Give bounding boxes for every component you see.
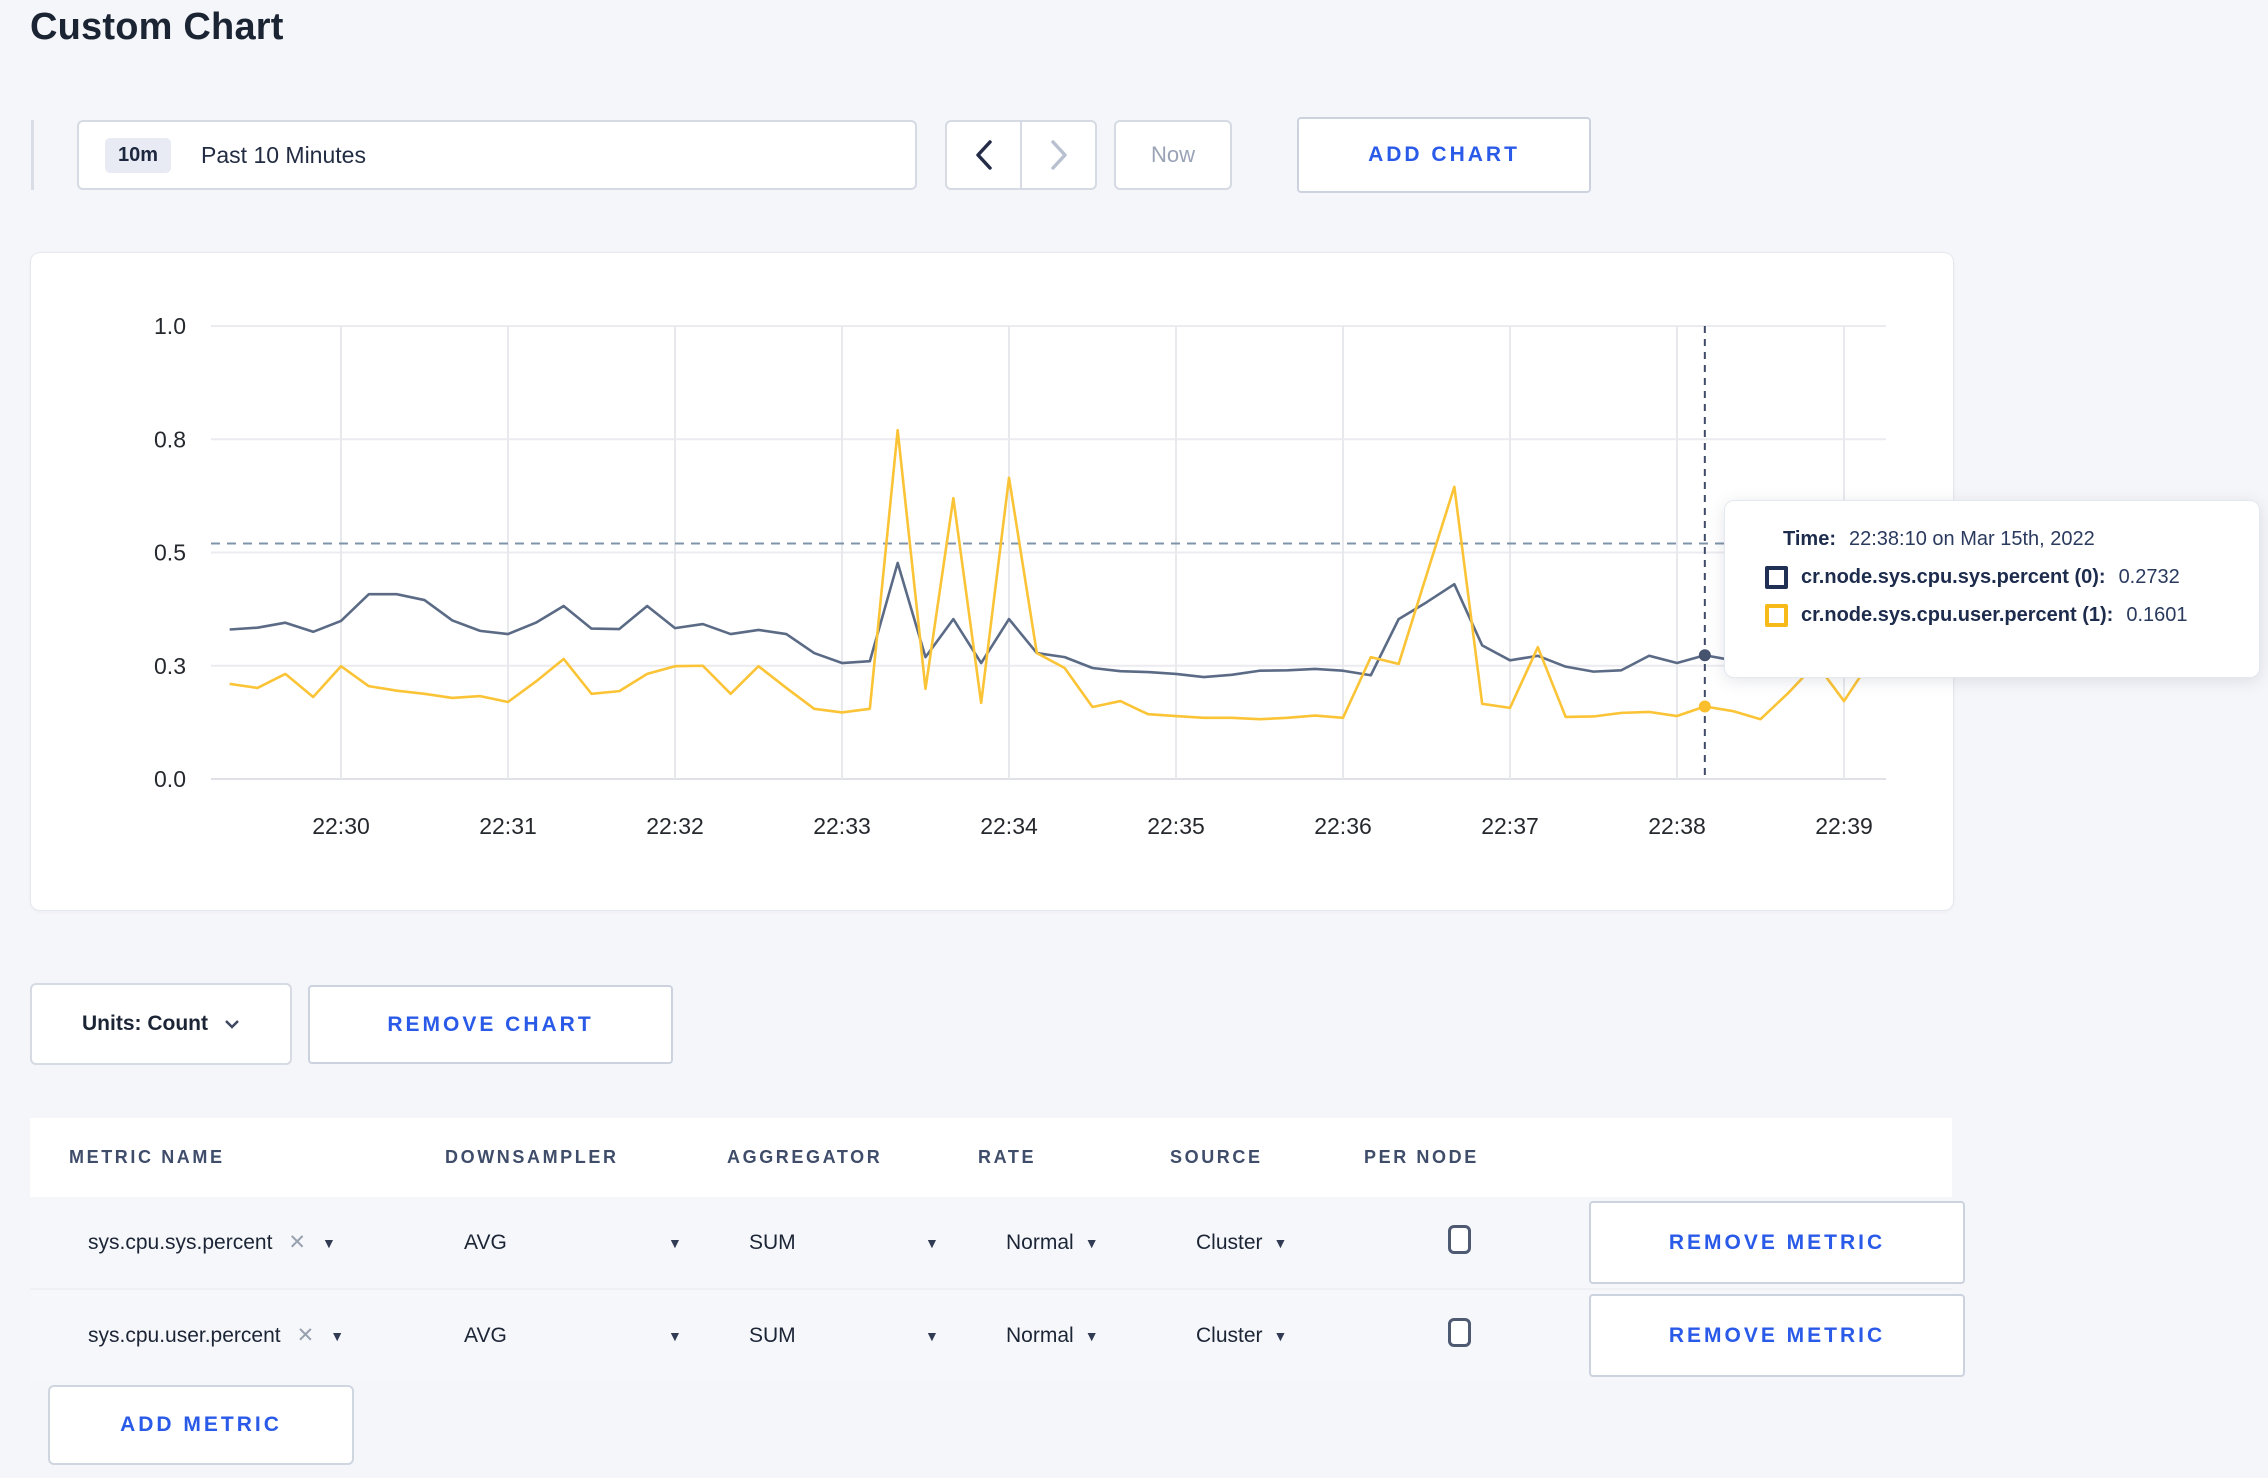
source-value: Cluster [1196,1323,1263,1347]
remove-metric-button[interactable]: REMOVE METRIC [1589,1201,1965,1284]
x-axis-label: 22:39 [1815,813,1873,839]
y-axis-label: 0.5 [154,540,186,566]
column-header-source: SOURCE [1170,1147,1263,1167]
time-range-badge: 10m [105,137,172,173]
rate-value: Normal [1006,1230,1074,1254]
x-axis-label: 22:35 [1147,813,1205,839]
tooltip-series-name: cr.node.sys.cpu.user.percent (1): [1801,604,2114,626]
x-axis-label: 22:38 [1648,813,1706,839]
source-value: Cluster [1196,1230,1263,1254]
chart-tooltip: Time: 22:38:10 on Mar 15th, 2022 cr.node… [1724,500,2260,678]
chevron-left-icon [975,140,992,170]
series-sys-legend-swatch [1765,566,1788,589]
remove-metric-button[interactable]: REMOVE METRIC [1589,1294,1965,1377]
tooltip-time-value: 22:38:10 on Mar 15th, 2022 [1848,528,2095,550]
caret-down-icon[interactable]: ▼ [668,1290,682,1381]
y-axis-label: 0.3 [154,653,186,679]
series-user-legend-swatch [1765,604,1788,627]
per-node-checkbox[interactable] [1448,1225,1471,1254]
aggregator-select[interactable]: SUM [749,1290,796,1381]
x-axis-label: 22:36 [1314,813,1372,839]
column-header-per-node: PER NODE [1364,1147,1479,1167]
metric-name-value: sys.cpu.user.percent [88,1323,281,1347]
per-node-checkbox[interactable] [1448,1318,1471,1347]
y-axis-label: 0.0 [154,766,186,792]
column-header-aggregator: AGGREGATOR [727,1147,883,1167]
metric-name-select[interactable]: sys.cpu.user.percent ✕ ▼ [88,1290,344,1381]
table-row: sys.cpu.sys.percent ✕ ▼ AVG ▼ SUM ▼ Norm… [30,1197,1965,1288]
time-range-dropdown[interactable]: 10m Past 10 Minutes [77,120,917,190]
source-select[interactable]: Cluster ▼ [1196,1290,1287,1381]
caret-down-icon: ▼ [322,1234,336,1251]
tooltip-time-label: Time: [1783,528,1836,550]
previous-time-button[interactable] [947,122,1022,188]
caret-down-icon: ▼ [1084,1234,1099,1251]
time-range-label: Past 10 Minutes [201,141,366,168]
time-step-buttons [945,120,1097,190]
rate-select[interactable]: Normal ▼ [1006,1197,1099,1288]
series-sys-hover-dot [1698,649,1711,662]
table-row: sys.cpu.user.percent ✕ ▼ AVG ▼ SUM ▼ Nor… [30,1288,1965,1381]
caret-down-icon[interactable]: ▼ [925,1290,939,1381]
x-axis-label: 22:33 [813,813,871,839]
source-select[interactable]: Cluster ▼ [1196,1197,1287,1288]
x-axis-label: 22:32 [646,813,704,839]
caret-down-icon[interactable]: ▼ [668,1197,682,1288]
x-axis-label: 22:30 [312,813,370,839]
column-header-metric-name: METRIC NAME [69,1147,225,1167]
caret-down-icon: ▼ [1273,1327,1288,1344]
y-axis-label: 0.8 [154,426,186,452]
remove-chart-button[interactable]: REMOVE CHART [308,985,673,1064]
series-user-line [229,428,1873,721]
downsampler-select[interactable]: AVG [464,1290,507,1381]
next-time-button[interactable] [1022,122,1095,188]
units-label: Units: Count [82,1012,208,1035]
add-chart-button[interactable]: ADD CHART [1297,117,1591,193]
caret-down-icon: ▼ [330,1327,345,1344]
metrics-table-header: METRIC NAME DOWNSAMPLER AGGREGATOR RATE … [30,1118,1952,1197]
chart-panel: 0.0 0.3 0.5 0.8 1.0 22:30 22:31 22:32 22:33 22:34… [30,252,1954,911]
caret-down-icon: ▼ [1084,1327,1099,1344]
caret-down-icon: ▼ [1273,1234,1288,1251]
rate-value: Normal [1006,1323,1074,1347]
rate-select[interactable]: Normal ▼ [1006,1290,1099,1381]
clear-icon[interactable]: ✕ [297,1323,315,1348]
x-axis-label: 22:34 [980,813,1038,839]
caret-down-icon[interactable]: ▼ [925,1197,939,1288]
clear-icon[interactable]: ✕ [288,1230,306,1255]
x-axis-label: 22:31 [479,813,537,839]
page-title: Custom Chart [30,6,284,48]
column-header-rate: RATE [978,1147,1037,1167]
tooltip-series-value: 0.1601 [2126,604,2188,626]
now-button[interactable]: Now [1114,120,1232,190]
chevron-right-icon [1050,140,1067,170]
cpu-usage-chart[interactable]: 0.0 0.3 0.5 0.8 1.0 22:30 22:31 22:32 22:33 22:34… [31,253,1953,910]
chevron-down-icon [225,1019,239,1029]
metric-name-value: sys.cpu.sys.percent [88,1230,273,1254]
tooltip-series-value: 0.2732 [2118,566,2180,588]
series-user-hover-dot [1698,700,1711,713]
vertical-divider [31,120,34,190]
add-metric-button[interactable]: ADD METRIC [48,1385,354,1465]
tooltip-series-name: cr.node.sys.cpu.sys.percent (0): [1801,566,2106,588]
units-dropdown[interactable]: Units: Count [30,983,292,1065]
metric-name-select[interactable]: sys.cpu.sys.percent ✕ ▼ [88,1197,336,1288]
aggregator-select[interactable]: SUM [749,1197,796,1288]
column-header-downsampler: DOWNSAMPLER [445,1147,619,1167]
downsampler-select[interactable]: AVG [464,1197,507,1288]
x-axis-label: 22:37 [1481,813,1539,839]
y-axis-label: 1.0 [154,313,186,339]
